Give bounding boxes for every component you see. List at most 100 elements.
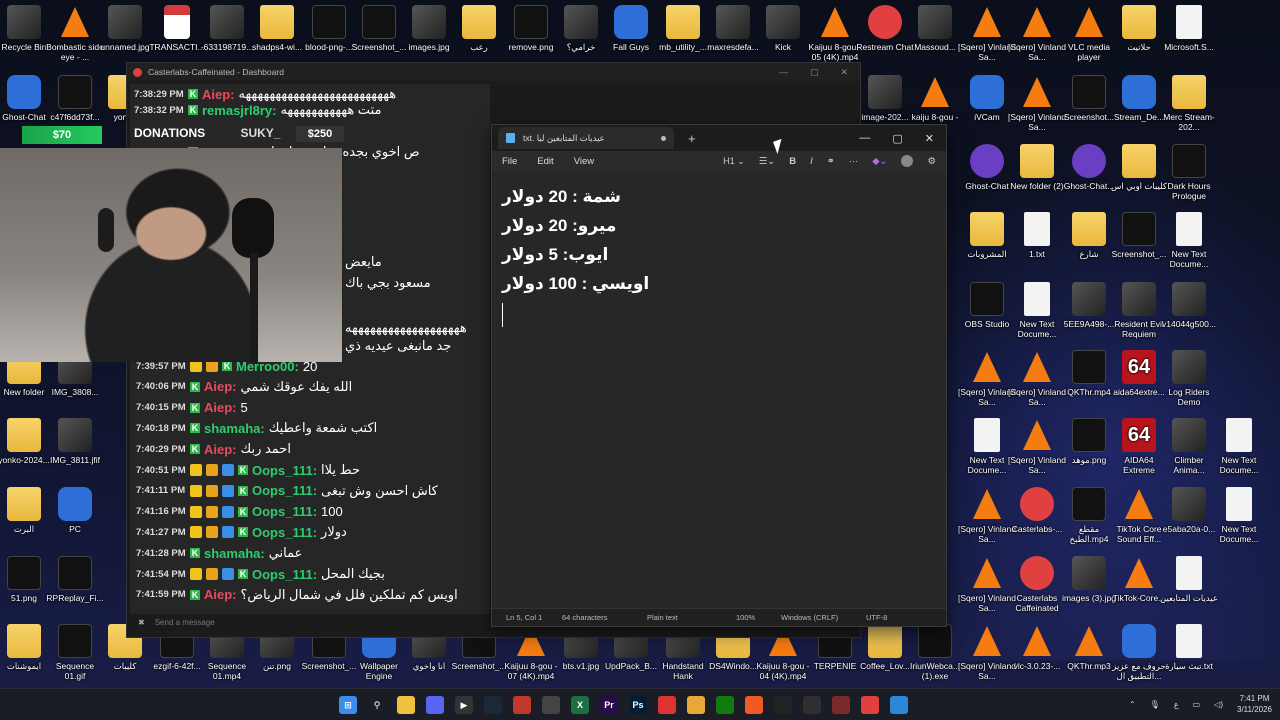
desktop-icon[interactable]: تبث سيارة.txt	[1160, 624, 1218, 671]
media-icon[interactable]: ▶	[455, 696, 473, 714]
desktop-icon[interactable]: [Sqero] Vinland Sa...	[1008, 5, 1066, 62]
tray-chevron-icon[interactable]: ⌃	[1129, 700, 1136, 709]
chat-username[interactable]: Oops_111:	[252, 525, 317, 540]
app-red-icon[interactable]	[513, 696, 531, 714]
desktop-icon[interactable]: New Text Docume...	[1008, 282, 1066, 339]
desktop-icon[interactable]: RPReplay_Fi...	[46, 556, 104, 603]
minimize-icon[interactable]: —	[859, 132, 870, 145]
excel-icon[interactable]: X	[571, 696, 589, 714]
menu-view[interactable]: View	[574, 156, 594, 167]
notepad-editor[interactable]: شمة : 20 دولار ميرو: 20 دولار ايوب: 5 دو…	[492, 171, 946, 608]
chat-username[interactable]: Aiep:	[204, 442, 237, 457]
explorer-icon[interactable]	[397, 696, 415, 714]
text-line[interactable]: شمة : 20 دولار	[502, 187, 621, 207]
heading-dropdown[interactable]: H1 ⌄	[723, 156, 745, 167]
desktop-icon[interactable]: PC	[46, 487, 104, 534]
maximize-icon[interactable]: ▢	[810, 67, 819, 78]
start-icon[interactable]: ⊞	[339, 696, 357, 714]
desktop-icon[interactable]: unnamed.jpg	[96, 5, 154, 52]
desktop-icon[interactable]: New Text Docume...	[1160, 212, 1218, 269]
chat-username[interactable]: shamaha:	[204, 421, 265, 436]
network-icon[interactable]: ▭	[1193, 700, 1201, 709]
chat-input-placeholder[interactable]: Send a message	[155, 618, 215, 627]
chat-username[interactable]: Aiep:	[204, 379, 237, 394]
steam-icon[interactable]	[484, 696, 502, 714]
unsaved-dot-icon[interactable]	[661, 135, 666, 141]
desktop-icon[interactable]: [Sqero] Vinland Sa...	[1008, 350, 1066, 407]
xbox-icon[interactable]	[716, 696, 734, 714]
text-line[interactable]: اويسي : 100 دولار	[502, 274, 649, 294]
link-icon[interactable]: ⚭	[827, 156, 835, 167]
desktop-icon[interactable]: IriunWebca... (1).exe	[906, 624, 964, 681]
premiere-icon[interactable]: Pr	[600, 696, 618, 714]
brave-icon[interactable]	[745, 696, 763, 714]
desktop-icon[interactable]: shadps4-wi...	[248, 5, 306, 52]
list-icon[interactable]: ☰⌄	[759, 156, 775, 167]
chat-input-icon[interactable]: ✖	[138, 618, 145, 627]
photoshop-icon[interactable]: Ps	[629, 696, 647, 714]
status-zoom[interactable]: 100%	[736, 613, 755, 622]
close-icon[interactable]: ✕	[840, 67, 848, 78]
desktop-icon[interactable]: Fall Guys	[602, 5, 660, 52]
chrome-icon[interactable]	[687, 696, 705, 714]
menu-file[interactable]: File	[502, 156, 517, 167]
desktop-icon[interactable]: [Sqero] Vinland Sa...	[1008, 418, 1066, 475]
notepad-icon[interactable]	[890, 696, 908, 714]
text-line[interactable]: ميرو: 20 دولار	[502, 216, 616, 236]
desktop-icon[interactable]: Kick	[754, 5, 812, 52]
chat-input-bar[interactable]: ✖ Send a message	[134, 614, 488, 630]
desktop-icon[interactable]: Merc Stream-202...	[1160, 75, 1218, 132]
chat-username[interactable]: Oops_111:	[252, 504, 317, 519]
desktop-icon[interactable]: Log Riders Demo	[1160, 350, 1218, 407]
avatar[interactable]	[901, 155, 914, 167]
bold-icon[interactable]: B	[789, 156, 796, 167]
volume-icon[interactable]: ◁)	[1214, 700, 1223, 709]
desktop-icon[interactable]: Microsoft.S...	[1160, 5, 1218, 52]
discord-icon[interactable]	[426, 696, 444, 714]
desktop-icon[interactable]: [Sqero] Vinland Sa...	[1008, 75, 1066, 132]
desktop-icon[interactable]: رعب	[450, 5, 508, 52]
notepad-tab[interactable]: عيديات المتابعين ليا .txt	[498, 127, 674, 149]
search-icon[interactable]: ⚲	[368, 696, 386, 714]
mic-tray-icon[interactable]: 🎙	[1150, 700, 1160, 709]
copilot-icon[interactable]: ◆⌄	[872, 156, 887, 167]
desktop-icon[interactable]: Dark Hours Prologue	[1160, 144, 1218, 201]
game-icon[interactable]	[832, 696, 850, 714]
close-icon[interactable]: ✕	[925, 132, 934, 145]
more-icon[interactable]: ···	[849, 156, 859, 167]
desktop-icon[interactable]: v14044g500...	[1160, 282, 1218, 329]
desktop-icon[interactable]: 1.txt	[1008, 212, 1066, 259]
chat-username[interactable]: remasjrl8ry:	[202, 103, 276, 118]
img-icon	[1172, 350, 1206, 384]
chat-username[interactable]: Oops_111:	[252, 483, 317, 498]
menu-edit[interactable]: Edit	[537, 156, 553, 167]
chat-username[interactable]: Oops_111:	[252, 567, 317, 582]
maximize-icon[interactable]: ▢	[892, 132, 902, 145]
settings-gear-icon[interactable]: ⚙	[927, 156, 936, 167]
casterlabs-icon[interactable]	[861, 696, 879, 714]
clock[interactable]: 7:41 PM 3/11/2026	[1237, 693, 1272, 715]
chat-username[interactable]: Aiep:	[204, 400, 237, 415]
chat-username[interactable]: shamaha:	[204, 546, 265, 561]
new-tab-icon[interactable]: +	[688, 131, 696, 146]
italic-icon[interactable]: I	[810, 156, 813, 167]
minimize-icon[interactable]: —	[779, 67, 788, 78]
desktop-icon[interactable]: vlc-3.0.23-...	[1008, 624, 1066, 671]
chat-username[interactable]: Aiep:	[204, 587, 237, 602]
text-line[interactable]: ايوب: 5 دولار	[502, 245, 608, 265]
desktop-icon[interactable]: Casterlabs-...	[1008, 487, 1066, 534]
desktop-icon[interactable]: Massoud...	[906, 5, 964, 52]
app-dark-icon[interactable]	[542, 696, 560, 714]
desktop-icon[interactable]: New folder (2)	[1008, 144, 1066, 191]
desktop-icon[interactable]: New Text Docume...	[1210, 418, 1268, 475]
acrobat-icon[interactable]	[658, 696, 676, 714]
desktop-icon[interactable]: عيديات المتابعين	[1160, 556, 1218, 603]
desktop-icon[interactable]: Casterlabs Caffeinated	[1008, 556, 1066, 613]
obs-icon[interactable]	[803, 696, 821, 714]
desktop-icon[interactable]: New Text Docume...	[1210, 487, 1268, 544]
desktop-icon[interactable]: IMG_3811.jfif	[46, 418, 104, 465]
language-indicator[interactable]: ع	[1174, 700, 1179, 709]
chat-username[interactable]: Oops_111:	[252, 463, 317, 478]
capcut-icon[interactable]	[774, 696, 792, 714]
casterlabs-titlebar[interactable]: Casterlabs-Caffeinated - Dashboard — ▢ ✕	[127, 63, 860, 81]
